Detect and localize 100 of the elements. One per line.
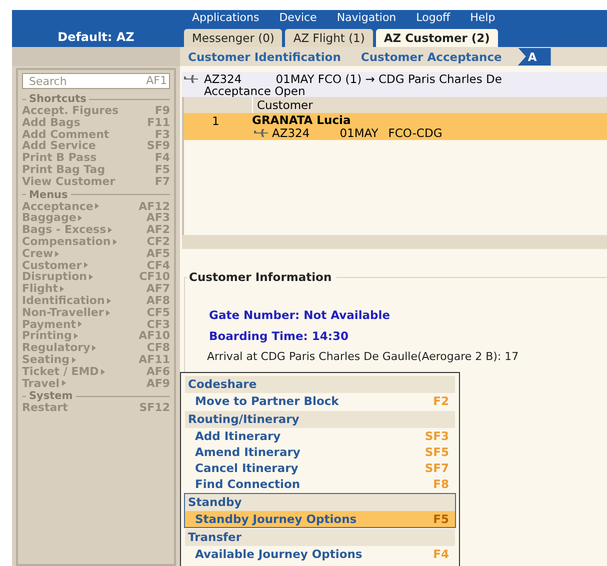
submenu-arrow-icon [78,215,82,222]
menu-item[interactable]: Add Itinerary SF3 [185,428,455,444]
breadcrumb[interactable]: A [518,48,551,66]
sidebar-item[interactable]: Restart [22,402,68,414]
submenu-arrow-icon [72,356,76,363]
shortcut-key: AF12 [138,200,170,212]
tab[interactable]: Messenger (0) [184,29,282,47]
sidebar-item[interactable]: Customer [22,260,82,272]
shortcut-key: CF2 [146,236,170,248]
menu-item[interactable]: Applications [192,11,260,24]
sidebar-item[interactable]: Acceptance [22,200,94,212]
scroll-bar[interactable] [182,235,607,249]
sidebar-item[interactable]: Printing [22,330,72,342]
menu-group-title: Transfer [185,529,455,546]
plane-icon [254,129,268,137]
sidebar-item[interactable]: Crew [22,248,54,260]
sidebar-item[interactable]: Seating [22,354,70,366]
shortcut-key: AF10 [138,330,170,342]
sidebar-item[interactable]: View Customer [22,176,116,188]
table-row[interactable]: 1 GRANATA Lucia AZ324 01MAY FCO-CDG [184,113,607,140]
sidebar-item[interactable]: Travel [22,378,60,390]
flight-number: AZ324 [272,127,310,139]
breadcrumb[interactable]: Customer Acceptance [356,48,516,66]
flight-number: AZ324 [204,73,242,85]
info-text: Boarding Time: 14:30 [209,329,350,343]
submenu-arrow-icon [60,286,64,292]
menu-group-title: Codeshare [185,376,455,393]
shortcut-key: AF8 [146,294,170,307]
panel-title: Customer Information [187,270,336,284]
submenu-arrow-icon [92,345,96,352]
shortcut-key: AF9 [146,378,170,390]
sidebar-item[interactable]: Add Service [22,140,96,152]
column-header: Customer [256,97,314,113]
menu-group-title: Routing/Itinerary [185,411,455,428]
breadcrumb[interactable]: Customer Identification [184,48,355,66]
plane-icon [184,75,198,83]
shortcut-key: F5 [154,164,170,176]
shortcut-key: AF2 [146,224,170,236]
sidebar-item[interactable]: Add Comment [22,128,110,140]
shortcut-key: CF3 [146,318,170,330]
shortcut-key: F11 [147,116,170,129]
shortcut-key: CF8 [146,342,170,354]
sidebar-item[interactable]: Ticket / EMD [22,366,99,378]
shortcut-key: CF5 [146,306,170,319]
sidebar-item[interactable]: Baggage [22,212,76,224]
shortcut-key: AF6 [146,366,170,378]
brand-label: Default: AZ [56,29,136,46]
flight-route: FCO-CDG [388,127,442,139]
menu-item[interactable]: Cancel Itinerary SF7 [185,460,455,476]
menu-item[interactable]: Move to Partner Block F2 [185,393,455,409]
menu-item[interactable]: Standby Journey Options F5 [185,511,455,527]
menu-item[interactable]: Amend Itinerary SF5 [185,444,455,460]
info-text: Gate Number: Not Available [209,308,391,322]
sidebar-item[interactable]: Accept. Figures [22,105,119,117]
row-index: 1 [211,114,220,130]
menu-item[interactable]: Device [279,11,317,24]
section-title: Shortcuts [29,93,86,105]
customer-name: GRANATA Lucia [252,114,352,127]
shortcut-key: F9 [154,105,170,117]
shortcut-key: AF7 [146,283,170,295]
sidebar-item[interactable]: Flight [22,283,58,295]
sidebar-item[interactable]: Disruption [22,271,87,284]
arrival-text: Arrival at CDG Paris Charles De Gaulle(Aerogare 2 B): 17 [207,350,520,363]
sidebar-item[interactable]: Add Bags [22,116,80,129]
shortcut-key: AF1 [146,74,167,87]
menu-item[interactable]: Logoff [416,11,450,24]
flight-route: 01MAY FCO (1) → CDG Paris Charles De [276,73,502,85]
shortcut-key: F7 [154,176,170,188]
submenu-arrow-icon [100,368,105,375]
shortcut-key: CF4 [146,260,170,272]
sidebar-item[interactable]: Identification [22,294,105,307]
menu-item[interactable]: Available Journey Options F4 [185,546,455,562]
shortcut-key: AF11 [138,354,170,366]
section-title: Menus [29,188,68,201]
shortcut-key: F4 [154,152,170,164]
menu-item[interactable]: Help [470,11,496,24]
menu-group-title: Standby [185,494,455,511]
sidebar-item[interactable]: Payment [22,318,76,330]
shortcut-key: SF9 [146,140,170,152]
flight-date: 01MAY [340,127,378,139]
shortcut-key: CF10 [139,271,170,284]
tab[interactable]: AZ Customer (2) [376,29,498,47]
submenu-arrow-icon [95,203,100,210]
flight-status: Acceptance Open [204,85,306,97]
shortcut-key: F3 [154,128,170,140]
menu-item[interactable]: Navigation [336,11,396,24]
submenu-arrow-icon [62,380,66,386]
shortcut-key: AF3 [146,212,170,224]
tab[interactable]: AZ Flight (1) [285,29,373,47]
shortcut-key: SF12 [139,402,170,414]
sidebar-item[interactable]: Regulatory [22,342,90,354]
section-title: System [29,390,73,402]
submenu-arrow-icon [55,250,60,257]
shortcut-key: AF5 [146,248,170,260]
sidebar-item[interactable]: Print Bag Tag [22,164,106,176]
menu-item[interactable]: Find Connection F8 [185,476,455,492]
sidebar-item[interactable]: Print B Pass [22,152,97,164]
sidebar-item[interactable]: Compensation [22,236,111,248]
sidebar-item[interactable]: Bags - Excess [22,224,106,236]
sidebar-item[interactable]: Non-Traveller [22,306,104,319]
